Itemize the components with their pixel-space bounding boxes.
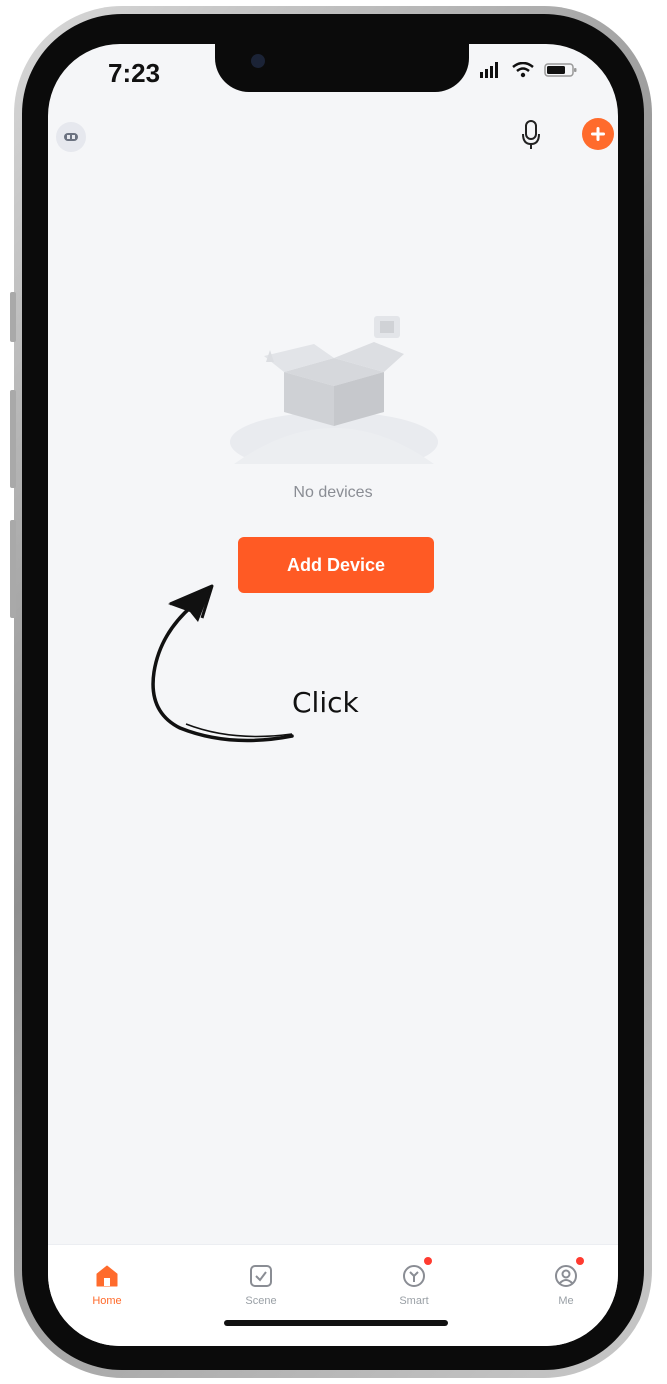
bottom-tab-bar: Home Scene Smart Me [48, 1244, 618, 1346]
camera [251, 54, 265, 68]
home-icon [96, 1265, 118, 1287]
tab-label-scene: Scene [245, 1295, 277, 1307]
tab-scene[interactable]: Scene [213, 1245, 309, 1325]
me-icon [555, 1265, 577, 1287]
scene-icon [250, 1265, 272, 1287]
plus-icon[interactable] [582, 118, 614, 150]
microphone-icon[interactable] [516, 118, 546, 152]
tab-label-me: Me [558, 1295, 574, 1307]
smart-badge [424, 1257, 432, 1265]
click-annotation: Click [292, 686, 359, 719]
profile-icon[interactable] [56, 122, 86, 152]
tab-label-home: Home [92, 1295, 122, 1307]
mute-switch [10, 292, 16, 342]
tab-label-smart: Smart [399, 1295, 429, 1307]
add-device-button[interactable]: Add Device [238, 537, 434, 593]
volume-down-button [10, 520, 16, 618]
smart-icon [403, 1265, 425, 1287]
volume-up-button [10, 390, 16, 488]
notch [215, 44, 469, 92]
me-badge [576, 1257, 584, 1265]
signal-icon [480, 62, 498, 78]
tab-home[interactable]: Home [59, 1245, 155, 1325]
home-indicator [224, 1320, 448, 1326]
battery-icon [544, 63, 577, 77]
tab-smart[interactable]: Smart [366, 1245, 462, 1325]
status-icons [480, 62, 578, 78]
empty-box-illustration [230, 316, 438, 464]
tab-me[interactable]: Me [518, 1245, 614, 1325]
empty-state-text: No devices [293, 484, 373, 501]
wifi-icon [512, 62, 534, 78]
status-time: 7:23 [108, 58, 161, 88]
